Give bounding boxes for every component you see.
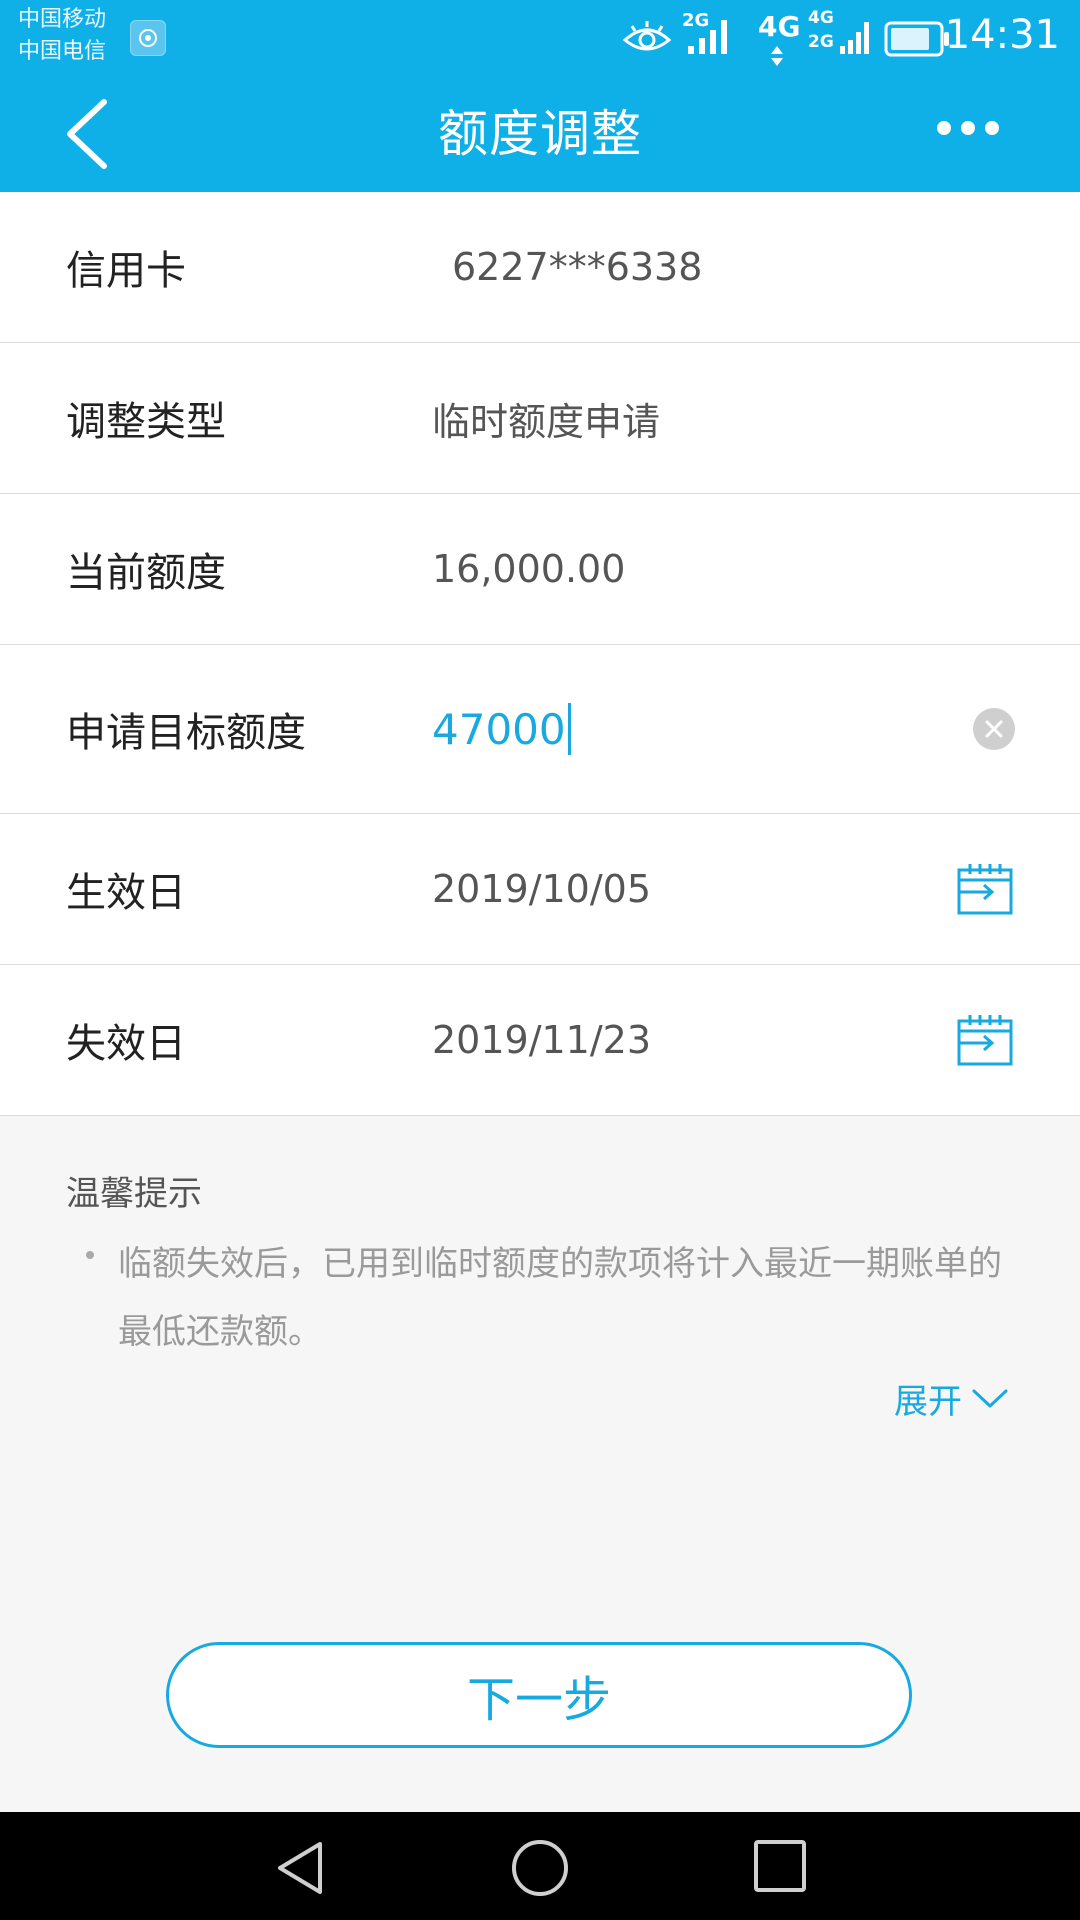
network-4g-small-label: 4G <box>808 8 834 28</box>
page-title: 额度调整 <box>438 105 642 163</box>
expand-label: 展开 <box>894 1382 962 1422</box>
network-4g-label: 4G <box>758 10 801 43</box>
target-limit-input-text: 47000 <box>432 704 566 754</box>
tip-item: 临额失效后，已用到临时额度的款项将计入最近一期账单的最低还款额。 <box>118 1244 1002 1352</box>
tip-bullet <box>86 1251 94 1259</box>
data-arrows-icon <box>771 46 783 66</box>
app-bar: 额度调整 <box>0 76 1080 192</box>
current-limit-row: 当前额度 16,000.00 <box>0 494 1080 645</box>
adjust-type-label: 调整类型 <box>66 399 226 445</box>
calendar-icon[interactable] <box>956 1013 1014 1067</box>
chevron-down-icon <box>972 1389 1008 1407</box>
effective-date-value: 2019/10/05 <box>432 867 652 911</box>
system-nav-bar <box>0 1812 1080 1920</box>
credit-card-label: 信用卡 <box>66 248 186 294</box>
carrier-label-1: 中国移动 <box>18 7 107 32</box>
limit-adjust-form: 信用卡 6227***6338 调整类型 临时额度申请 当前额度 16,000.… <box>0 192 1080 1116</box>
adjust-type-value: 临时额度申请 <box>432 399 661 444</box>
nav-home-icon[interactable] <box>510 1838 570 1898</box>
status-bar: 中国移动 中国电信 2G 4G 4G 2G 14:31 <box>0 0 1080 76</box>
credit-card-value: 6227***6338 <box>452 245 703 289</box>
nav-recents-icon[interactable] <box>752 1838 808 1894</box>
expand-tips-link[interactable]: 展开 <box>894 1374 1008 1423</box>
target-limit-row: 申请目标额度 47000 <box>0 645 1080 814</box>
expiry-date-value: 2019/11/23 <box>432 1018 652 1062</box>
target-limit-input[interactable]: 47000 <box>432 645 571 813</box>
current-limit-value: 16,000.00 <box>432 547 626 591</box>
carrier-label-2: 中国电信 <box>18 39 107 64</box>
more-dots-icon[interactable] <box>936 120 1000 136</box>
app-notification-icon <box>130 20 166 56</box>
expiry-date-row[interactable]: 失效日 2019/11/23 <box>0 965 1080 1116</box>
status-clock: 14:31 <box>944 12 1060 58</box>
effective-date-row[interactable]: 生效日 2019/10/05 <box>0 814 1080 965</box>
current-limit-label: 当前额度 <box>66 550 226 596</box>
credit-card-row[interactable]: 信用卡 6227***6338 <box>0 192 1080 343</box>
nav-back-icon[interactable] <box>272 1838 328 1898</box>
expiry-date-label: 失效日 <box>66 1021 186 1067</box>
clear-input-icon[interactable] <box>972 707 1016 751</box>
eye-icon <box>622 21 672 51</box>
tips-title: 温馨提示 <box>66 1174 202 1214</box>
text-caret <box>567 703 571 755</box>
network-2g-small-label: 2G <box>808 32 834 52</box>
target-limit-label: 申请目标额度 <box>66 710 306 756</box>
effective-date-label: 生效日 <box>66 870 186 916</box>
signal-2-icon <box>840 22 869 54</box>
battery-icon <box>884 21 949 57</box>
next-step-button[interactable]: 下一步 <box>166 1642 912 1748</box>
adjust-type-row[interactable]: 调整类型 临时额度申请 <box>0 343 1080 494</box>
signal-icon <box>688 20 727 54</box>
calendar-icon[interactable] <box>956 862 1014 916</box>
